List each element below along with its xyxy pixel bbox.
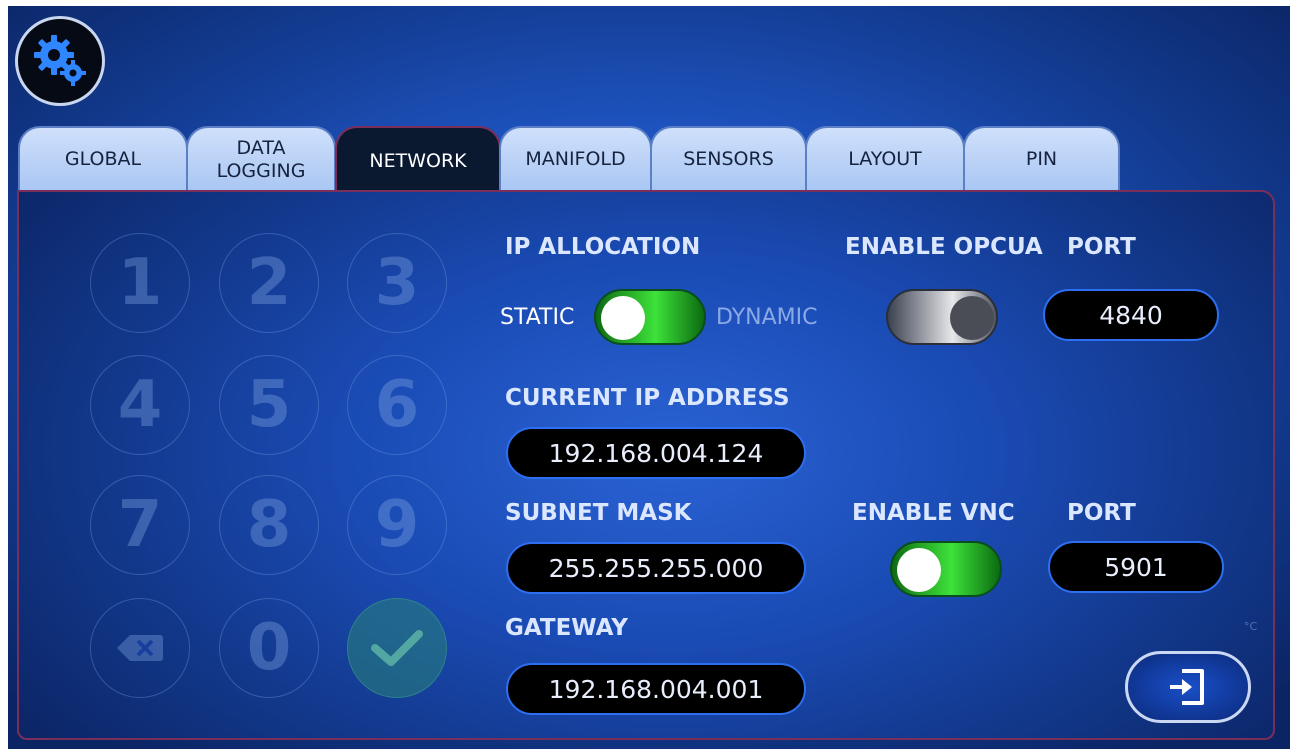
settings-button[interactable] — [15, 16, 105, 106]
key-3[interactable]: 3 — [347, 233, 447, 333]
tab-label: SENSORS — [683, 148, 774, 170]
checkmark-icon — [371, 630, 423, 666]
tab-label: PIN — [1025, 148, 1058, 170]
tab-label: NETWORK — [369, 149, 467, 172]
current-ip-field[interactable]: 192.168.004.124 — [506, 427, 806, 479]
key-4[interactable]: 4 — [90, 355, 190, 455]
tab-label: GLOBAL — [64, 148, 142, 170]
toggle-knob — [897, 548, 941, 592]
tab-layout[interactable]: LAYOUT — [805, 126, 965, 191]
toggle-knob — [950, 296, 994, 340]
opcua-toggle[interactable] — [886, 289, 998, 345]
tab-manifold[interactable]: MANIFOLD — [499, 126, 652, 191]
tab-network[interactable]: NETWORK — [335, 126, 501, 194]
tab-pin[interactable]: PIN — [963, 126, 1120, 191]
key-7[interactable]: 7 — [90, 475, 190, 575]
exit-button[interactable] — [1125, 651, 1251, 723]
subnet-mask-label: SUBNET MASK — [505, 500, 692, 526]
enable-opcua-label: ENABLE OPCUA — [845, 234, 1043, 260]
gears-icon — [34, 35, 86, 86]
gateway-field[interactable]: 192.168.004.001 — [506, 663, 806, 715]
unit-mark: °C — [1244, 620, 1258, 633]
vnc-toggle[interactable] — [890, 541, 1002, 597]
opcua-port-label: PORT — [1067, 234, 1136, 260]
gateway-label: GATEWAY — [505, 615, 628, 641]
static-label: STATIC — [500, 305, 575, 330]
key-backspace[interactable] — [90, 598, 190, 698]
tab-sensors[interactable]: SENSORS — [650, 126, 807, 191]
vnc-port-field[interactable]: 5901 — [1048, 541, 1224, 593]
enable-vnc-label: ENABLE VNC — [852, 500, 1015, 526]
tab-data-logging[interactable]: DATA LOGGING — [186, 126, 336, 191]
key-confirm[interactable] — [347, 598, 447, 698]
backspace-icon — [117, 635, 163, 661]
key-5[interactable]: 5 — [219, 355, 319, 455]
ip-allocation-label: IP ALLOCATION — [505, 234, 701, 260]
key-0[interactable]: 0 — [219, 598, 319, 698]
vnc-port-label: PORT — [1067, 500, 1136, 526]
subnet-mask-field[interactable]: 255.255.255.000 — [506, 542, 806, 594]
key-6[interactable]: 6 — [347, 355, 447, 455]
tab-label: LAYOUT — [848, 148, 922, 170]
screen: GLOBAL DATA LOGGING NETWORK MANIFOLD SEN… — [0, 0, 1290, 749]
exit-icon — [1170, 669, 1204, 705]
opcua-port-field[interactable]: 4840 — [1043, 289, 1219, 341]
toggle-knob — [601, 296, 645, 340]
key-1[interactable]: 1 — [90, 233, 190, 333]
current-ip-label: CURRENT IP ADDRESS — [505, 385, 790, 411]
tab-label: DATA LOGGING — [216, 136, 306, 182]
dynamic-label: DYNAMIC — [716, 305, 818, 330]
ip-allocation-toggle[interactable] — [594, 289, 706, 345]
key-9[interactable]: 9 — [347, 475, 447, 575]
tab-global[interactable]: GLOBAL — [18, 126, 188, 191]
key-8[interactable]: 8 — [219, 475, 319, 575]
key-2[interactable]: 2 — [219, 233, 319, 333]
tab-label: MANIFOLD — [525, 148, 626, 170]
